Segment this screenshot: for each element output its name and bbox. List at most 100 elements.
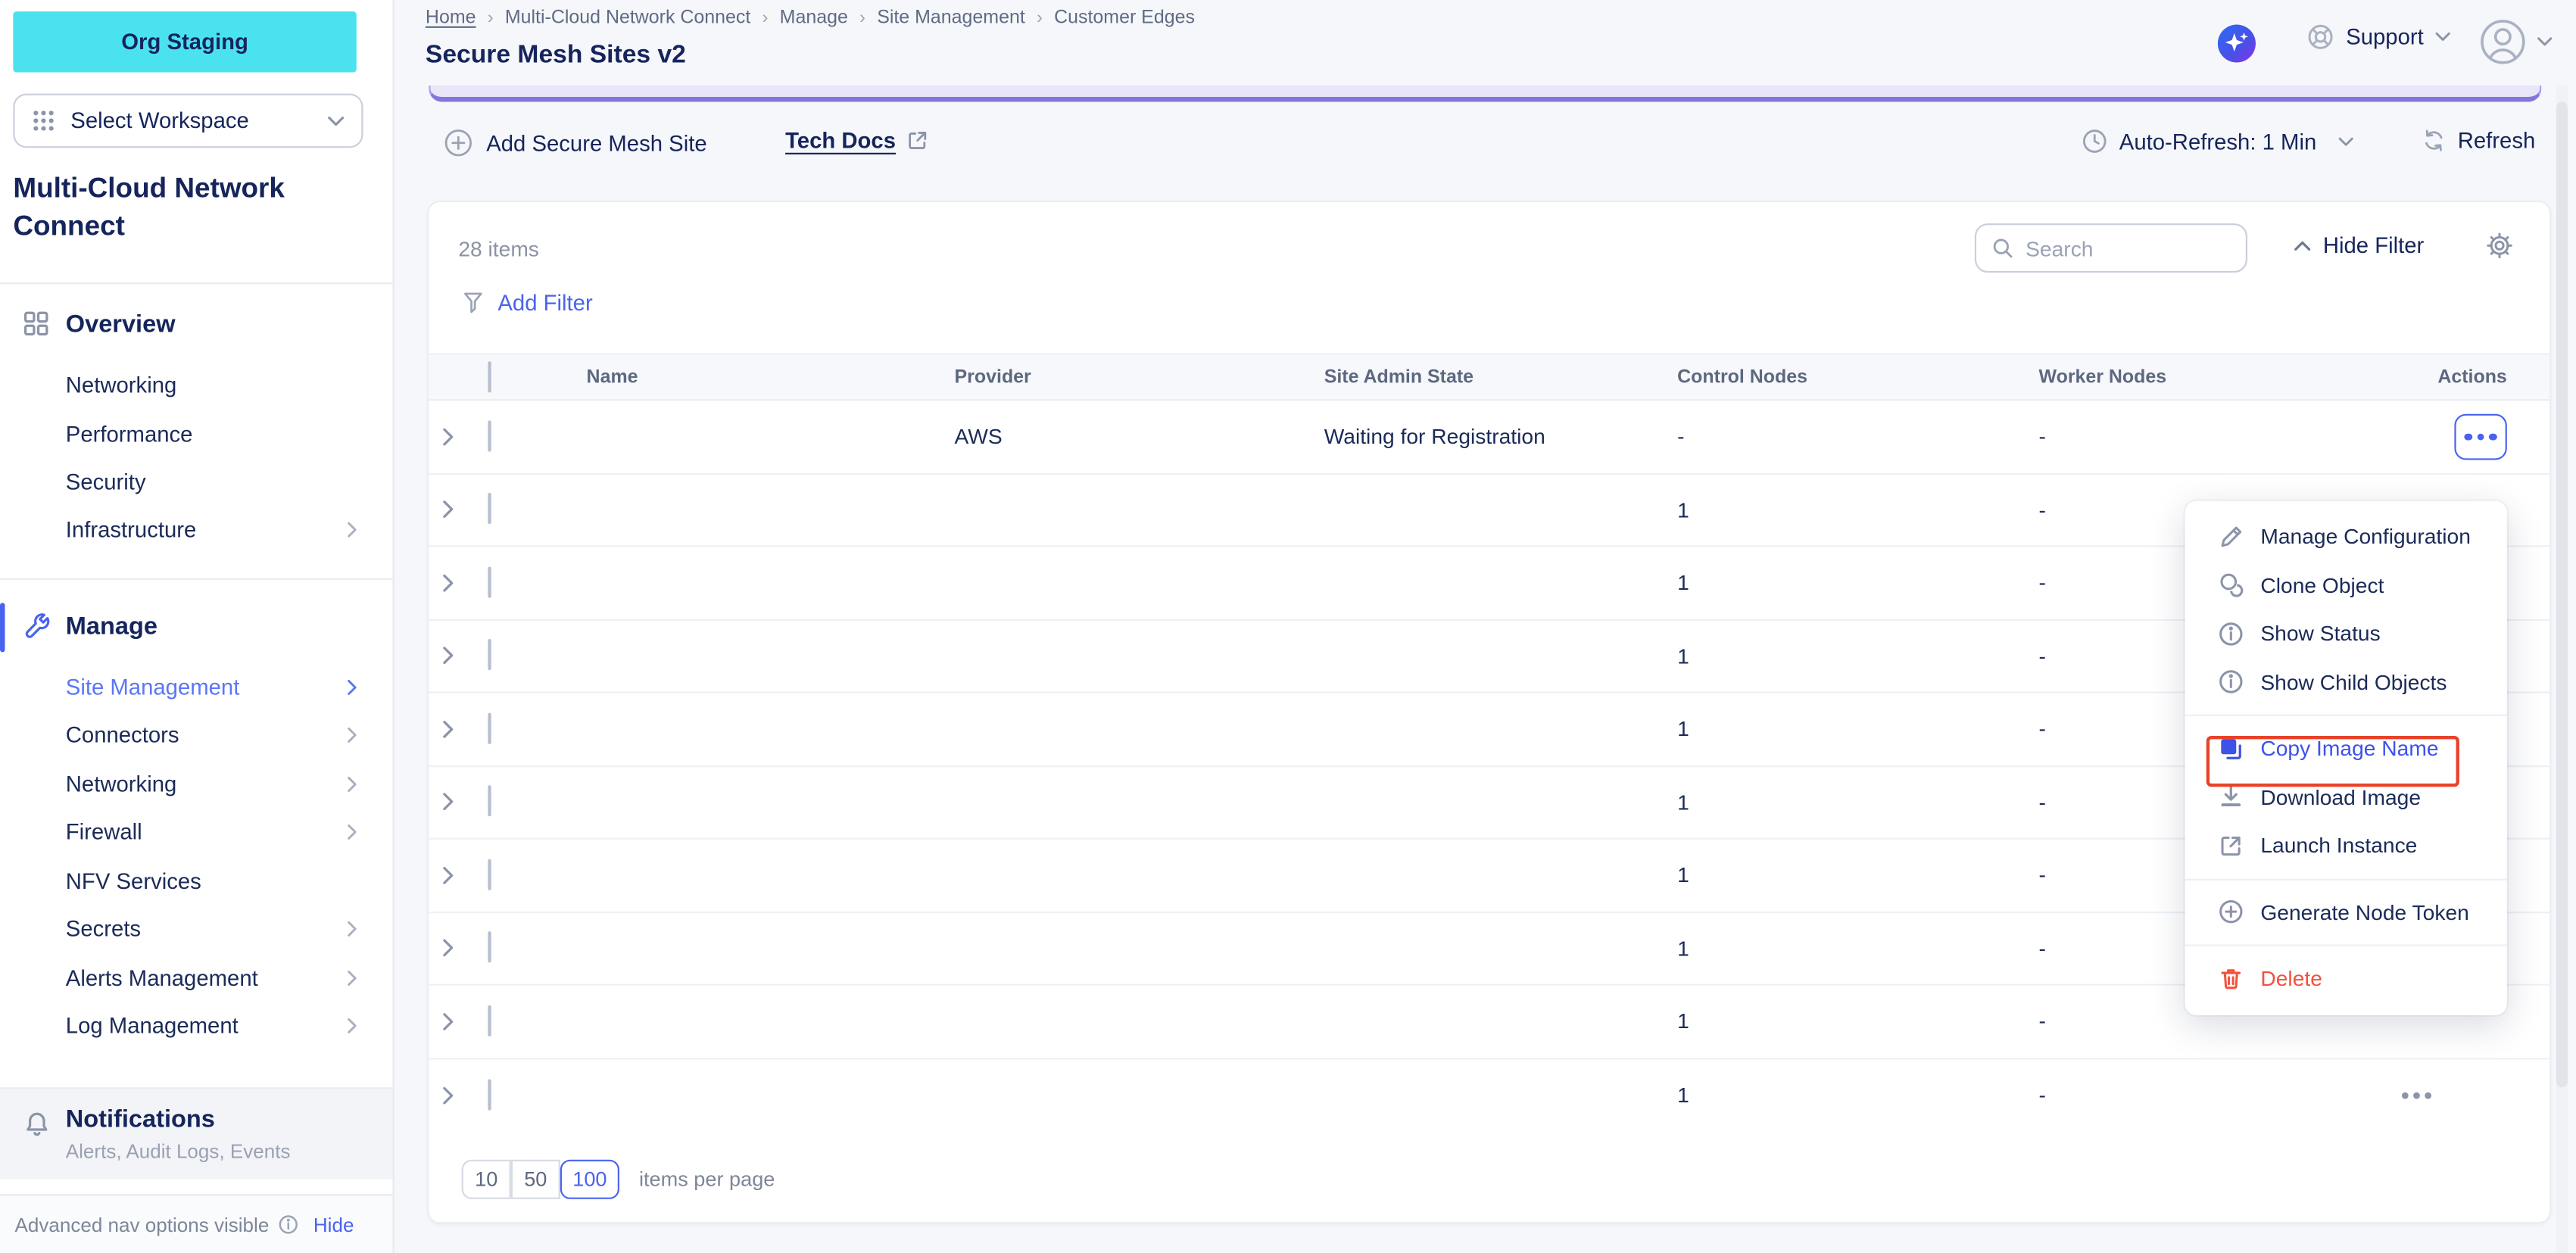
row-checkbox[interactable] <box>488 1005 491 1036</box>
sidebar-item-performance[interactable]: Performance <box>0 413 395 455</box>
row-checkbox[interactable] <box>488 420 491 451</box>
add-filter-label: Add Filter <box>497 291 592 316</box>
chevron-down-icon <box>2337 136 2354 147</box>
row-expander[interactable] <box>429 1011 488 1031</box>
sidebar-item-security[interactable]: Security <box>0 460 395 502</box>
breadcrumb-item[interactable]: Manage <box>780 8 848 28</box>
cell-control-nodes: 1 <box>1677 863 2038 888</box>
row-expander[interactable] <box>429 1086 488 1105</box>
sidebar-item-nfv-services[interactable]: NFV Services <box>0 859 395 902</box>
menu-item-clone-object[interactable]: Clone Object <box>2185 561 2507 609</box>
sidebar-item-log-management[interactable]: Log Management <box>0 1004 395 1046</box>
breadcrumb-item[interactable]: Site Management <box>877 8 1025 28</box>
support-menu[interactable]: Support <box>2306 23 2452 51</box>
hide-filter-toggle[interactable]: Hide Filter <box>2294 233 2425 258</box>
sidebar-item-alerts-management[interactable]: Alerts Management <box>0 956 395 999</box>
sidebar-item-overview[interactable]: Overview <box>0 301 395 347</box>
row-expander[interactable] <box>429 573 488 593</box>
cell-control-nodes: 1 <box>1677 936 2038 961</box>
breadcrumb-separator: › <box>763 8 769 28</box>
chevron-right-icon <box>347 968 358 987</box>
add-filter-button[interactable]: Add Filter <box>462 291 593 316</box>
notifications-panel[interactable]: Notifications Alerts, Audit Logs, Events <box>0 1087 393 1179</box>
page-size-100-selected[interactable]: 100 <box>560 1160 619 1199</box>
info-icon <box>2218 621 2244 647</box>
row-checkbox[interactable] <box>488 859 491 890</box>
column-header-provider[interactable]: Provider <box>955 367 1324 387</box>
row-expander[interactable] <box>429 646 488 665</box>
clone-icon <box>2218 572 2244 599</box>
sidebar-item-connectors[interactable]: Connectors <box>0 713 395 756</box>
row-expander[interactable] <box>429 500 488 519</box>
cell-admin-state: Waiting for Registration <box>1324 424 1677 449</box>
row-actions-context-menu: Manage Configuration Clone Object Show S… <box>2185 501 2507 1015</box>
account-menu[interactable] <box>2479 18 2553 66</box>
row-checkbox[interactable] <box>488 566 491 597</box>
row-expander[interactable] <box>429 938 488 958</box>
info-icon <box>277 1214 298 1235</box>
sidebar-item-firewall[interactable]: Firewall <box>0 810 395 852</box>
cell-control-nodes: 1 <box>1677 790 2038 815</box>
row-expander[interactable] <box>429 719 488 739</box>
search-input[interactable] <box>2026 235 2206 260</box>
menu-item-show-child-objects[interactable]: Show Child Objects <box>2185 658 2507 706</box>
launch-external-icon <box>2218 832 2244 859</box>
column-header-worker-nodes[interactable]: Worker Nodes <box>2038 367 2401 387</box>
row-checkbox[interactable] <box>488 493 491 524</box>
table-settings-button[interactable] <box>2486 232 2514 260</box>
add-secure-mesh-site-button[interactable]: Add Secure Mesh Site <box>444 128 707 157</box>
row-checkbox[interactable] <box>488 1079 491 1110</box>
row-actions-button[interactable] <box>2402 1092 2507 1099</box>
menu-item-launch-instance[interactable]: Launch Instance <box>2185 821 2507 870</box>
menu-item-generate-node-token[interactable]: Generate Node Token <box>2185 888 2507 937</box>
row-checkbox[interactable] <box>488 712 491 743</box>
menu-item-copy-image-name[interactable]: Copy Image Name <box>2185 725 2507 773</box>
sidebar-item-label: NFV Services <box>66 868 395 893</box>
scrollbar-thumb[interactable] <box>2556 102 2568 1088</box>
breadcrumb-item[interactable]: Multi-Cloud Network Connect <box>505 8 750 28</box>
sidebar-title: Multi-Cloud Network Connect <box>13 169 374 245</box>
menu-item-show-status[interactable]: Show Status <box>2185 609 2507 658</box>
auto-refresh-dropdown[interactable]: Auto-Refresh: 1 Min <box>2082 128 2354 154</box>
refresh-button[interactable]: Refresh <box>2422 128 2535 153</box>
cell-control-nodes: 1 <box>1677 716 2038 741</box>
page-size-10[interactable]: 10 <box>462 1160 511 1199</box>
chevron-down-icon <box>2435 31 2452 42</box>
ai-assistant-icon[interactable] <box>2216 23 2257 64</box>
row-expander[interactable] <box>429 792 488 812</box>
sidebar-item-infrastructure[interactable]: Infrastructure <box>0 507 395 550</box>
row-expander[interactable] <box>429 427 488 447</box>
breadcrumb-separator: › <box>859 8 865 28</box>
add-button-label: Add Secure Mesh Site <box>486 130 706 155</box>
column-header-control-nodes[interactable]: Control Nodes <box>1677 367 2038 387</box>
row-checkbox[interactable] <box>488 932 491 963</box>
menu-item-manage-configuration[interactable]: Manage Configuration <box>2185 513 2507 561</box>
sidebar-item-site-management[interactable]: Site Management <box>0 665 395 708</box>
breadcrumb-separator: › <box>488 8 494 28</box>
sidebar-item-secrets[interactable]: Secrets <box>0 907 395 949</box>
page-size-50[interactable]: 50 <box>511 1160 560 1199</box>
search-box[interactable] <box>1975 223 2247 273</box>
sidebar-item-manage[interactable]: Manage <box>0 603 395 649</box>
tech-docs-link[interactable]: Tech Docs <box>785 128 928 153</box>
row-checkbox[interactable] <box>488 786 491 817</box>
tech-docs-label: Tech Docs <box>785 128 896 153</box>
column-header-name[interactable]: Name <box>587 367 955 387</box>
row-expander[interactable] <box>429 865 488 885</box>
hide-advanced-nav-link[interactable]: Hide <box>313 1213 354 1236</box>
breadcrumb-home[interactable]: Home <box>426 8 476 28</box>
row-checkbox[interactable] <box>488 640 491 671</box>
select-all-checkbox[interactable] <box>488 360 491 391</box>
funnel-icon <box>462 291 485 316</box>
row-actions-button-active[interactable] <box>2454 413 2506 460</box>
sidebar-item-networking[interactable]: Networking <box>0 363 395 405</box>
menu-item-download-image[interactable]: Download Image <box>2185 773 2507 821</box>
sidebar-item-label: Log Management <box>66 1013 347 1038</box>
breadcrumb-item[interactable]: Customer Edges <box>1054 8 1195 28</box>
lifebuoy-icon <box>2306 23 2334 51</box>
menu-item-delete[interactable]: Delete <box>2185 955 2507 1003</box>
column-header-admin-state[interactable]: Site Admin State <box>1324 367 1677 387</box>
plus-circle-icon <box>2218 899 2244 925</box>
sidebar-item-manage-networking[interactable]: Networking <box>0 762 395 805</box>
org-banner[interactable]: Org Staging <box>13 11 356 72</box>
